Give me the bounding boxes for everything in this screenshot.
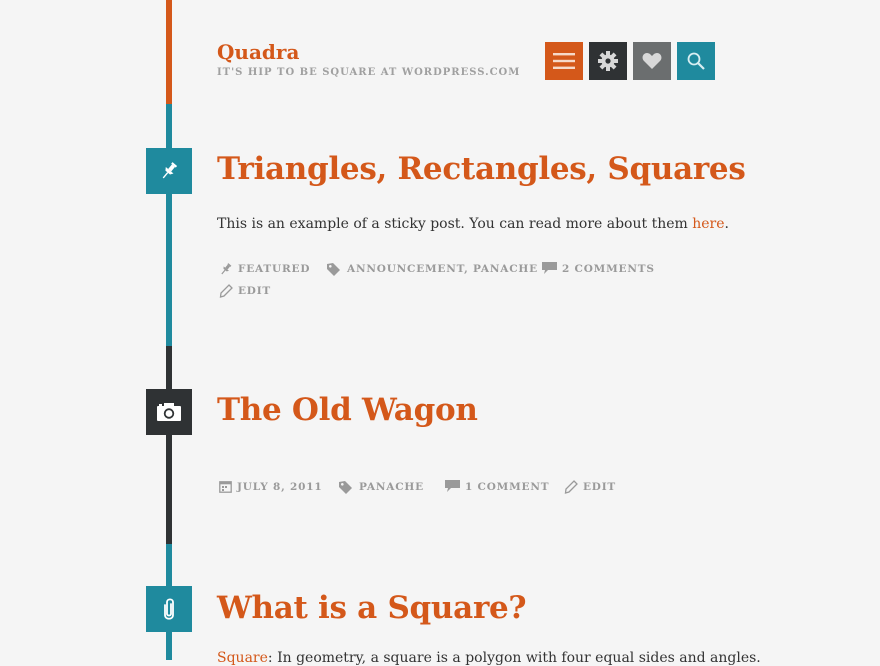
tags-label: ANNOUNCEMENT, PANACHE	[347, 263, 538, 275]
pin-icon	[221, 263, 232, 275]
post-excerpt: Square: In geometry, a square is a polyg…	[217, 650, 761, 666]
post-title[interactable]: The Old Wagon	[217, 392, 478, 428]
tag-icon	[327, 263, 340, 276]
edit-link[interactable]: EDIT	[564, 480, 616, 494]
like-button[interactable]	[633, 42, 671, 80]
comments-link[interactable]: 2 COMMENTS	[542, 262, 655, 275]
excerpt-text: : In geometry, a square is a polygon wit…	[267, 650, 761, 666]
edit-label: EDIT	[583, 481, 617, 493]
pencil-icon	[564, 480, 578, 494]
search-button[interactable]	[677, 42, 715, 80]
tag-icon	[339, 481, 352, 494]
camera-icon	[157, 403, 181, 421]
comment-icon	[445, 480, 460, 492]
comments-label: 1 COMMENT	[465, 480, 550, 493]
gear-icon	[598, 51, 618, 71]
excerpt-link[interactable]: Square	[217, 650, 268, 666]
pencil-icon	[219, 284, 233, 298]
tags-link[interactable]: PANACHE	[338, 480, 424, 494]
post-title[interactable]: What is a Square?	[217, 590, 527, 626]
link-post-marker	[146, 586, 192, 632]
tags-link[interactable]: ANNOUNCEMENT, PANACHE	[326, 262, 538, 276]
timeline-segment	[166, 0, 172, 104]
post-body: This is an example of a sticky post. You…	[217, 216, 729, 232]
tags-label: PANACHE	[359, 481, 424, 493]
menu-icon	[553, 53, 575, 69]
timeline-segment	[166, 346, 172, 544]
date-link[interactable]: JULY 8, 2011	[219, 480, 322, 493]
edit-link[interactable]: EDIT	[219, 284, 271, 298]
site-tagline: IT'S HIP TO BE SQUARE AT WORDPRESS.COM	[217, 67, 521, 78]
post-body-text: .	[724, 216, 729, 232]
header-buttons	[545, 42, 715, 80]
menu-button[interactable]	[545, 42, 583, 80]
post-title[interactable]: Triangles, Rectangles, Squares	[217, 151, 746, 187]
comment-icon	[542, 262, 557, 274]
comments-label: 2 COMMENTS	[562, 262, 655, 275]
pin-icon	[162, 162, 178, 179]
edit-label: EDIT	[238, 285, 272, 297]
date-label: JULY 8, 2011	[237, 480, 323, 493]
search-icon	[687, 52, 705, 70]
post-body-text: This is an example of a sticky post. You…	[217, 216, 693, 232]
featured-label: FEATURED	[238, 263, 311, 275]
image-post-marker	[146, 389, 192, 435]
paperclip-icon	[164, 598, 174, 620]
settings-button[interactable]	[589, 42, 627, 80]
calendar-icon	[219, 481, 232, 493]
comments-link[interactable]: 1 COMMENT	[445, 480, 549, 493]
site-title[interactable]: Quadra	[217, 40, 299, 64]
timeline-segment	[166, 104, 172, 346]
sticky-post-marker	[146, 148, 192, 194]
heart-icon	[642, 53, 662, 69]
featured-link[interactable]: FEATURED	[219, 262, 310, 276]
post-body-link[interactable]: here	[692, 216, 724, 232]
